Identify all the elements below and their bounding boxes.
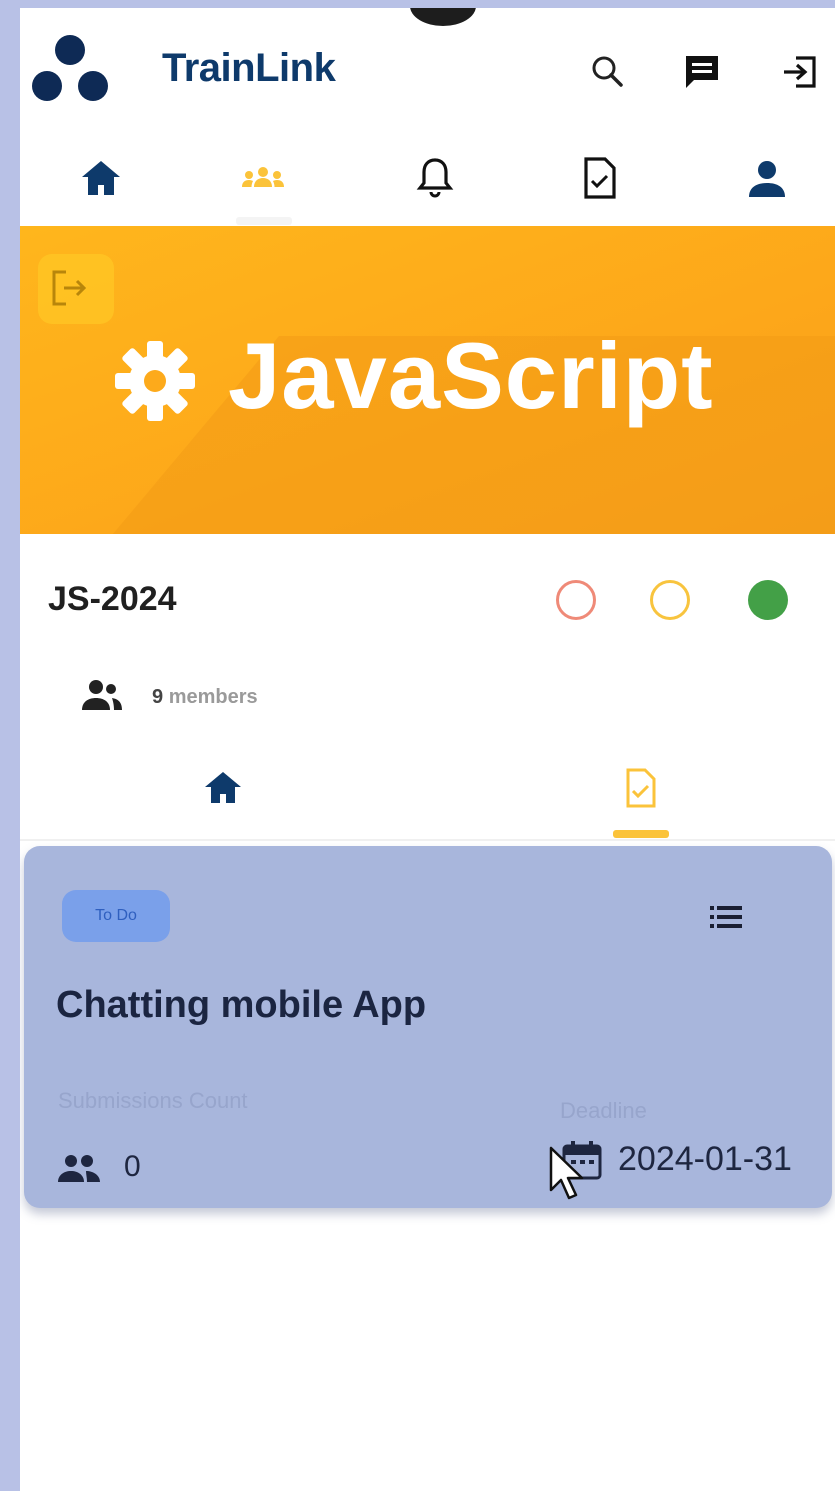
groups-icon[interactable]	[240, 155, 286, 201]
submissions-count-value: 0	[124, 1150, 141, 1183]
trainlink-logo-icon	[32, 35, 108, 101]
logout-icon[interactable]	[780, 52, 820, 92]
status-indicator-yellow[interactable]	[650, 580, 690, 620]
home-icon[interactable]	[202, 767, 244, 809]
exit-icon	[52, 270, 87, 306]
app-bar: TrainLink	[20, 8, 835, 123]
members-label: members	[168, 686, 258, 708]
members-icon	[82, 680, 122, 710]
home-icon[interactable]	[78, 155, 124, 201]
status-indicator-green[interactable]	[748, 580, 788, 620]
task-title: Chatting mobile App	[56, 984, 427, 1026]
tab-indicator	[236, 217, 292, 225]
chat-icon[interactable]	[682, 52, 722, 92]
submissions-label: Submissions Count	[58, 1088, 248, 1113]
app-screen: TrainLink JavaScript JS-2024 9 members T…	[20, 8, 835, 1491]
banner-title-text: JavaScript	[228, 323, 714, 428]
app-title: TrainLink	[162, 46, 336, 90]
course-banner: JavaScript	[20, 226, 835, 534]
tab-indicator	[613, 830, 669, 838]
status-badge: To Do	[62, 890, 170, 942]
search-icon[interactable]	[588, 52, 628, 92]
gear-icon	[115, 341, 195, 421]
task-card[interactable]: To Do Chatting mobile App Submissions Co…	[24, 846, 832, 1208]
tasks-icon[interactable]	[577, 155, 623, 201]
main-tab-bar	[20, 133, 835, 225]
tasks-icon[interactable]	[620, 767, 662, 809]
leave-group-button[interactable]	[38, 254, 114, 324]
status-indicator-red[interactable]	[556, 580, 596, 620]
mouse-cursor-icon	[549, 1146, 584, 1200]
deadline-label: Deadline	[560, 1098, 647, 1123]
notifications-icon[interactable]	[412, 155, 458, 201]
members-count: 9 members	[152, 686, 258, 709]
profile-icon[interactable]	[744, 155, 790, 201]
group-tab-bar	[20, 753, 835, 841]
deadline-value: 2024-01-31	[618, 1140, 792, 1178]
members-number: 9	[152, 686, 164, 708]
group-code: JS-2024	[48, 580, 177, 618]
people-icon	[58, 1155, 100, 1182]
list-icon[interactable]	[708, 900, 744, 934]
